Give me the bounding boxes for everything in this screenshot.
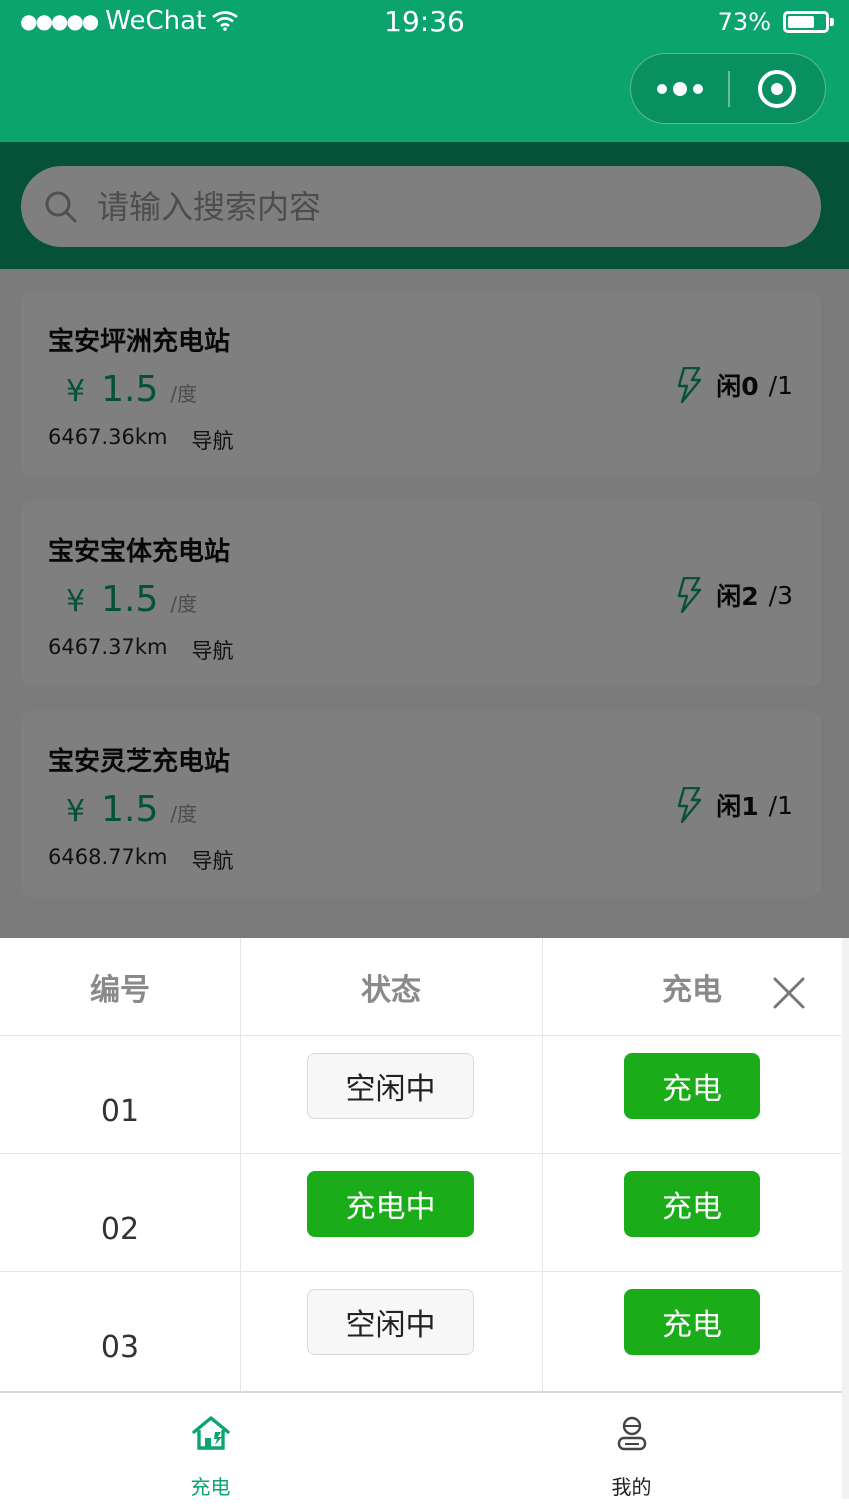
status-button[interactable]: 空闲中 [307, 1289, 474, 1355]
charger-id: 02 [100, 1212, 140, 1247]
modal-overlay[interactable] [0, 142, 849, 938]
sheet-header: 编号 状态 充电 [0, 938, 842, 1036]
user-icon [617, 1416, 646, 1451]
status-right: 73% [717, 8, 834, 36]
charger-row: 02 充电中 充电 [0, 1154, 842, 1272]
tab-charge[interactable]: 充电 [0, 1393, 421, 1501]
more-dot-icon [692, 83, 703, 94]
charger-id: 01 [100, 1094, 140, 1129]
battery-percent: 73% [717, 8, 771, 36]
tab-label: 我的 [611, 1475, 652, 1499]
header-id: 编号 [90, 973, 150, 1008]
battery-fill [788, 16, 815, 28]
header-status: 状态 [361, 973, 421, 1008]
tab-profile[interactable]: 我的 [421, 1393, 842, 1501]
battery-icon [783, 11, 834, 33]
more-dot-icon [672, 81, 687, 96]
charger-id: 03 [100, 1330, 140, 1365]
charger-row: 03 空闲中 充电 [0, 1272, 842, 1390]
tab-bar: 充电 我的 [0, 1391, 842, 1499]
charge-button[interactable]: 充电 [624, 1171, 760, 1237]
status-bar: ●●●●● WeChat 19:36 73% [0, 0, 849, 48]
charger-sheet: 编号 状态 充电 01 空闲中 充电 02 充电中 充电 03 空闲中 充电 [0, 938, 842, 1391]
app-header: ●●●●● WeChat 19:36 73% [0, 0, 849, 142]
miniprogram-capsule [630, 53, 826, 124]
bottom-safe-area [0, 1499, 849, 1512]
home-charge-icon [191, 1416, 230, 1450]
close-icon[interactable] [772, 976, 806, 1010]
edge-strip [842, 938, 849, 1499]
charger-row: 01 空闲中 充电 [0, 1036, 842, 1154]
more-dot-icon [656, 83, 667, 94]
close-miniprogram-button[interactable] [730, 54, 826, 123]
more-menu-button[interactable] [631, 54, 728, 123]
status-button[interactable]: 充电中 [307, 1171, 474, 1237]
charge-button[interactable]: 充电 [624, 1289, 760, 1355]
status-button[interactable]: 空闲中 [307, 1053, 474, 1119]
target-icon [758, 69, 797, 108]
charge-button[interactable]: 充电 [624, 1053, 760, 1119]
tab-label: 充电 [190, 1475, 231, 1499]
